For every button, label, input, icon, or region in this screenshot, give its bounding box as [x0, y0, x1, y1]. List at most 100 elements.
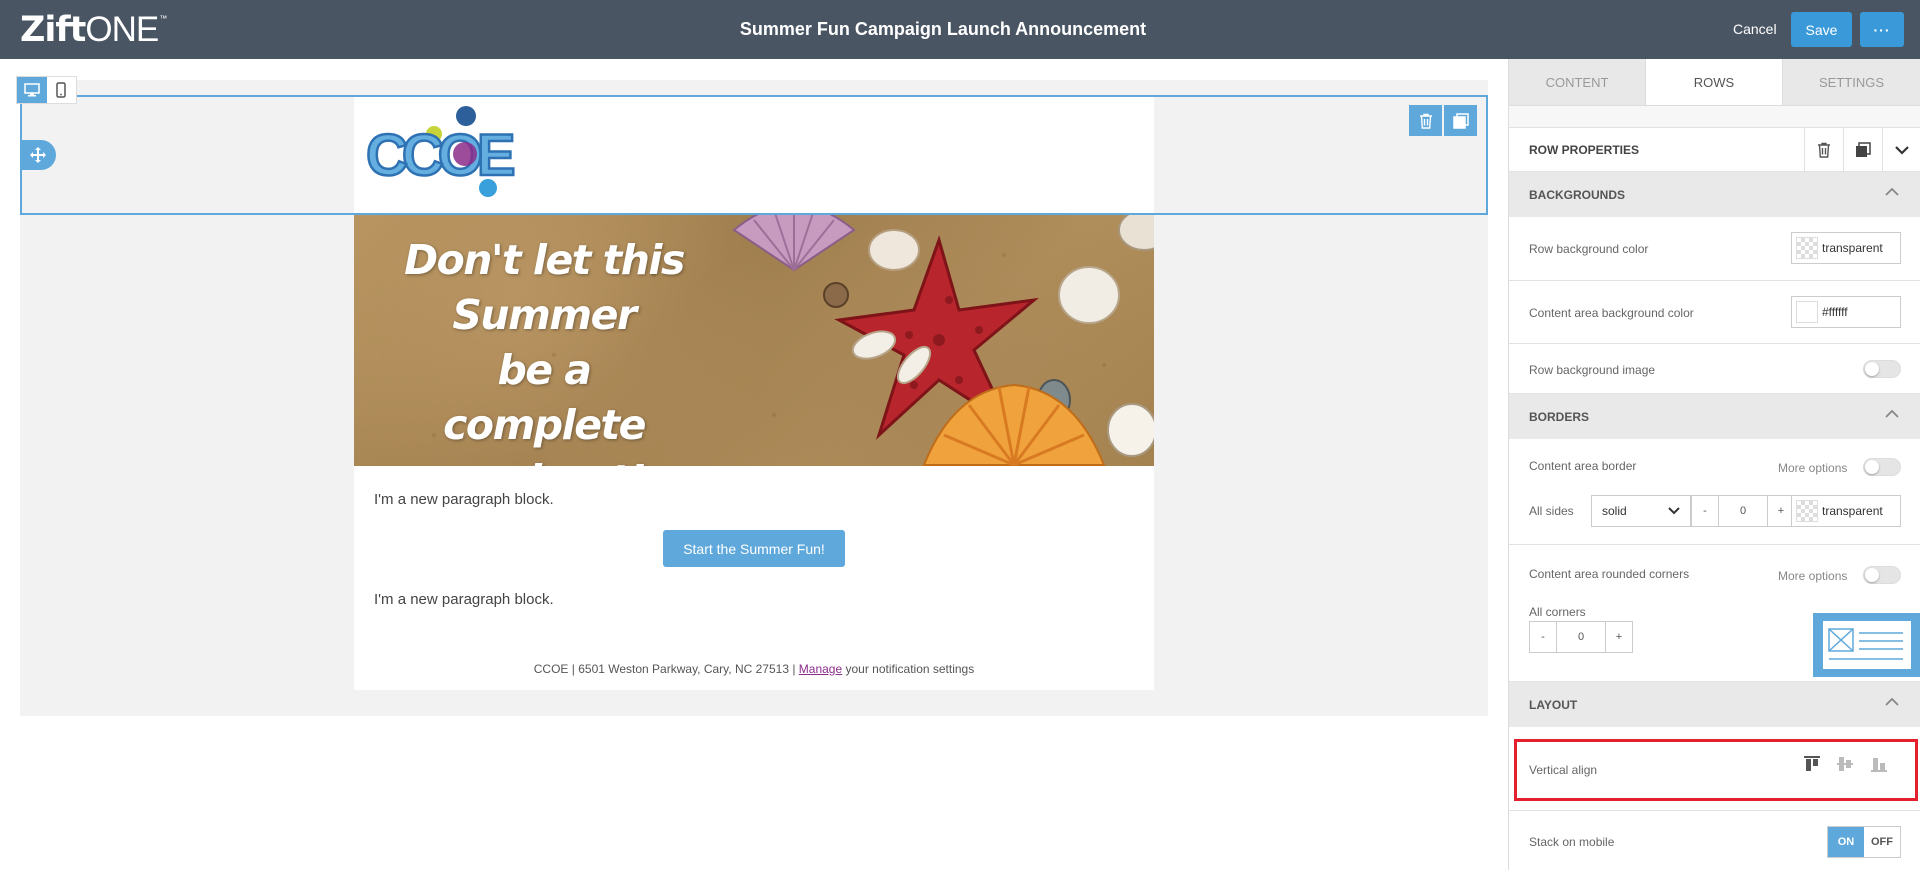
rounded-corners-row: Content area rounded corners More option…: [1509, 545, 1920, 682]
stack-on-button[interactable]: ON: [1828, 827, 1864, 857]
view-toggle: [16, 76, 77, 104]
footer-suffix: your notification settings: [842, 662, 975, 676]
corners-more-options-toggle[interactable]: [1863, 566, 1901, 584]
rounded-corners-label: Content area rounded corners: [1529, 567, 1690, 581]
selected-row-outline[interactable]: [20, 95, 1488, 215]
row-bg-color-label: Row background color: [1529, 242, 1649, 256]
stack-on-mobile-label: Stack on mobile: [1529, 835, 1615, 849]
row-actions: [1409, 105, 1477, 136]
row-delete-button[interactable]: [1409, 105, 1442, 136]
row-bg-image-toggle[interactable]: [1863, 360, 1901, 378]
save-button[interactable]: Save: [1791, 12, 1852, 47]
more-options-label: More options: [1778, 461, 1848, 475]
row-background-image-row: Row background image: [1509, 344, 1920, 394]
all-corners-label: All corners: [1529, 605, 1586, 619]
row-delete-button[interactable]: [1804, 127, 1843, 172]
image-placeholder-icon: [1828, 628, 1903, 660]
increment-button[interactable]: +: [1606, 631, 1632, 643]
trash-icon: [1419, 113, 1432, 129]
paragraph-block[interactable]: I'm a new paragraph block.: [354, 591, 1154, 608]
border-color-value: transparent: [1822, 504, 1883, 518]
desktop-view-button[interactable]: [17, 77, 47, 103]
border-style-select[interactable]: solid: [1591, 495, 1691, 527]
corner-preview-inner: [1823, 621, 1911, 669]
color-swatch: [1796, 500, 1818, 522]
hero-line-2: Summer: [452, 291, 637, 339]
row-properties-header: ROW PROPERTIES: [1509, 127, 1920, 172]
paragraph-block[interactable]: I'm a new paragraph block.: [354, 491, 1154, 508]
row-properties-title: ROW PROPERTIES: [1529, 142, 1640, 157]
decrement-button[interactable]: -: [1530, 631, 1556, 643]
align-bottom-icon[interactable]: [1870, 755, 1888, 773]
hero-line-3: be a complete: [443, 346, 646, 449]
mobile-view-button[interactable]: [47, 77, 77, 103]
chevron-down-icon: [1895, 145, 1909, 155]
tab-content[interactable]: CONTENT: [1509, 59, 1646, 105]
row-duplicate-button[interactable]: [1444, 105, 1477, 136]
more-options-button[interactable]: ···: [1860, 12, 1904, 47]
hero-line-4: washout!: [394, 453, 694, 466]
trash-icon: [1818, 142, 1830, 158]
duplicate-icon: [1452, 112, 1469, 129]
stack-on-mobile-row: Stack on mobile ON OFF: [1509, 811, 1920, 870]
page-title: Summer Fun Campaign Launch Announcement: [739, 19, 1147, 39]
move-icon: [30, 147, 46, 163]
content-area-border-row: Content area border More options All sid…: [1509, 439, 1920, 545]
border-width-stepper: - 0 +: [1691, 495, 1795, 527]
corner-radius-stepper: - 0 +: [1529, 621, 1633, 653]
layout-title: LAYOUT: [1529, 697, 1578, 712]
backgrounds-title: BACKGROUNDS: [1529, 187, 1625, 202]
duplicate-icon: [1856, 141, 1871, 157]
mobile-icon: [56, 82, 66, 98]
footer-address: CCOE | 6501 Weston Parkway, Cary, NC 275…: [533, 662, 799, 676]
border-width-value[interactable]: 0: [1718, 496, 1768, 526]
color-swatch: [1796, 237, 1818, 259]
row-move-handle[interactable]: [20, 140, 56, 170]
corner-preview: [1813, 613, 1920, 677]
content-bg-color-label: Content area background color: [1529, 306, 1694, 320]
row-bg-color-value: transparent: [1822, 241, 1883, 255]
desktop-icon: [24, 83, 40, 97]
tab-rows[interactable]: ROWS: [1646, 59, 1783, 105]
backgrounds-section-header[interactable]: BACKGROUNDS: [1509, 172, 1920, 217]
all-sides-label: All sides: [1529, 504, 1574, 518]
color-swatch: [1796, 301, 1818, 323]
row-bg-color-picker[interactable]: transparent: [1791, 232, 1901, 264]
content-bg-color-value: #ffffff: [1822, 305, 1848, 319]
email-footer: CCOE | 6501 Weston Parkway, Cary, NC 275…: [354, 662, 1154, 676]
cancel-button[interactable]: Cancel: [1733, 21, 1777, 37]
hero-banner[interactable]: Don't let this Summer be a complete wash…: [354, 215, 1154, 466]
vertical-align-row: Vertical align: [1509, 727, 1920, 811]
border-color-picker[interactable]: transparent: [1791, 495, 1901, 527]
manage-link[interactable]: Manage: [799, 662, 842, 676]
top-bar: Zift ONE ™ Summer Fun Campaign Launch An…: [0, 0, 1920, 59]
tab-settings[interactable]: SETTINGS: [1783, 59, 1920, 105]
row-background-color-row: Row background color transparent: [1509, 217, 1920, 281]
hero-headline: Don't let this Summer be a complete wash…: [394, 233, 694, 466]
panel-tabs: CONTENT ROWS SETTINGS: [1509, 59, 1920, 106]
row-bg-image-label: Row background image: [1529, 363, 1656, 377]
row-duplicate-button[interactable]: [1843, 127, 1882, 172]
content-border-label: Content area border: [1529, 459, 1637, 473]
content-bg-color-picker[interactable]: #ffffff: [1791, 296, 1901, 328]
corner-radius-value[interactable]: 0: [1556, 622, 1606, 652]
decrement-button[interactable]: -: [1692, 505, 1718, 517]
align-middle-icon[interactable]: [1836, 755, 1854, 773]
properties-panel: CONTENT ROWS SETTINGS ROW PROPERTIES BAC…: [1508, 59, 1920, 870]
border-more-options-toggle[interactable]: [1863, 458, 1901, 476]
stack-off-button[interactable]: OFF: [1864, 827, 1900, 857]
more-options-label: More options: [1778, 569, 1848, 583]
hero-line-1: Don't let this: [404, 236, 685, 284]
cta-button[interactable]: Start the Summer Fun!: [663, 530, 845, 567]
content-background-color-row: Content area background color #ffffff: [1509, 281, 1920, 344]
chevron-up-icon: [1885, 697, 1899, 706]
stack-on-mobile-toggle: ON OFF: [1827, 826, 1901, 858]
align-top-icon[interactable]: [1803, 755, 1821, 773]
chevron-down-icon: [1668, 507, 1680, 515]
border-style-value: solid: [1602, 504, 1627, 518]
borders-title: BORDERS: [1529, 409, 1590, 424]
borders-section-header[interactable]: BORDERS: [1509, 394, 1920, 439]
collapse-button[interactable]: [1882, 127, 1920, 172]
chevron-up-icon: [1885, 187, 1899, 196]
layout-section-header[interactable]: LAYOUT: [1509, 682, 1920, 727]
